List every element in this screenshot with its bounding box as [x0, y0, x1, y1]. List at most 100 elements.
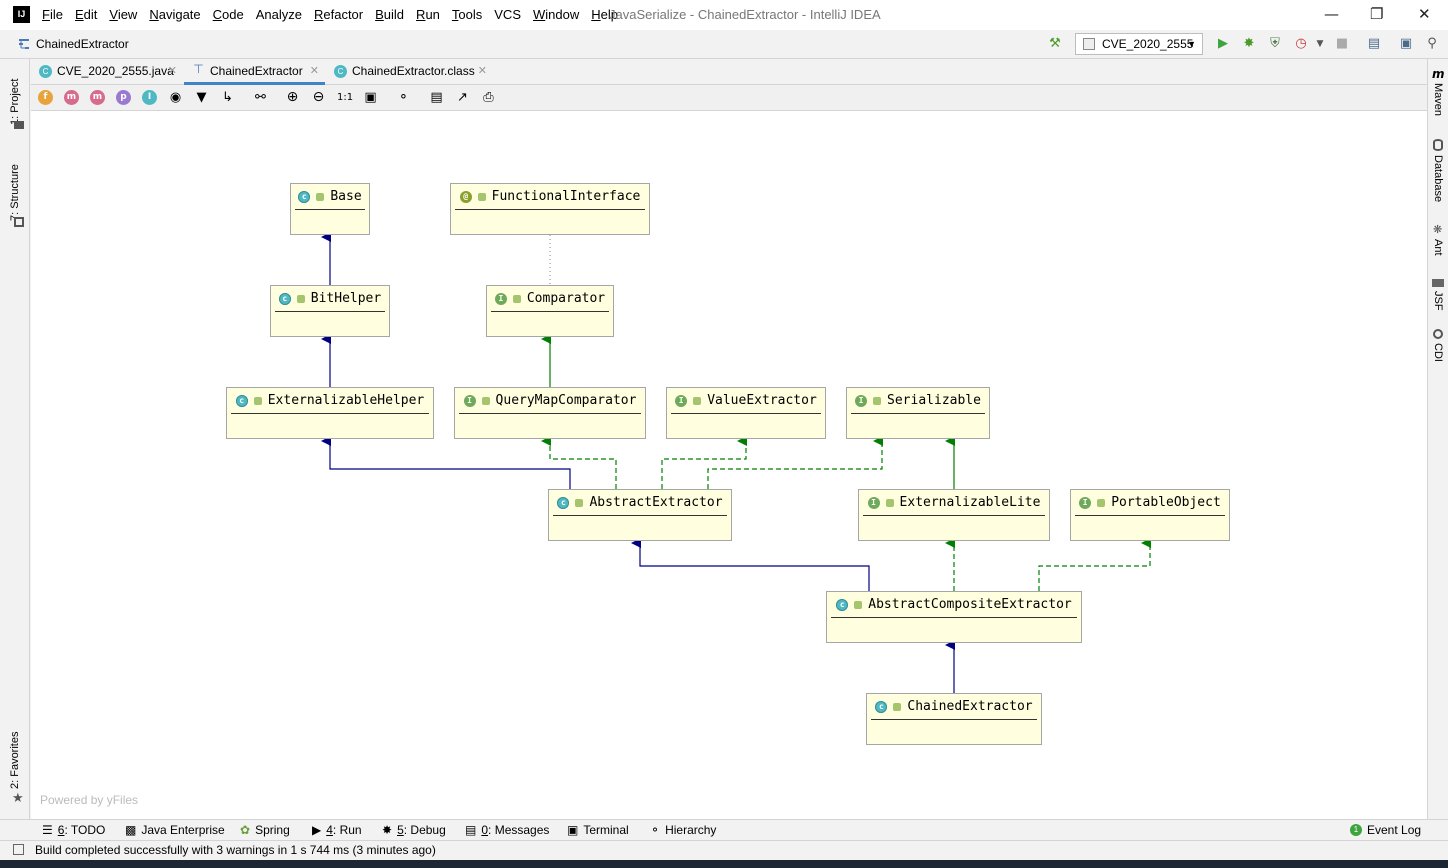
- terminal-tool-button[interactable]: ▣ Terminal: [567, 823, 629, 837]
- actual-size-button[interactable]: 1:1: [337, 90, 353, 105]
- tab-cve-2020-2555-java[interactable]: C CVE_2020_2555.java ✕: [31, 59, 183, 85]
- node-label: Base: [330, 189, 362, 204]
- database-tool-button[interactable]: Database: [1432, 155, 1444, 202]
- messages-tool-button[interactable]: ▤ 0: Messages: [465, 823, 549, 837]
- menu-tools[interactable]: Tools: [452, 7, 482, 22]
- jsf-tool-button[interactable]: JSF: [1432, 291, 1444, 311]
- lock-icon: [1097, 498, 1106, 507]
- save-icon[interactable]: ▤: [429, 90, 444, 105]
- node-label: Comparator: [526, 291, 606, 306]
- close-tab-icon[interactable]: ✕: [478, 59, 487, 83]
- project-tool-button[interactable]: 1: Project: [9, 67, 21, 125]
- coverage-icon[interactable]: ⛨: [1267, 36, 1283, 52]
- export-icon[interactable]: ↗: [455, 90, 470, 105]
- menu-build[interactable]: Build: [375, 7, 404, 22]
- constructors-filter-icon[interactable]: m: [64, 90, 79, 105]
- class-node-bithelper[interactable]: c BitHelper: [270, 285, 390, 337]
- fields-filter-icon[interactable]: f: [38, 90, 53, 105]
- menu-refactor[interactable]: Refactor: [314, 7, 363, 22]
- spring-tool-button[interactable]: ✿ Spring: [240, 823, 290, 837]
- menu-edit[interactable]: Edit: [75, 7, 97, 22]
- lock-icon: [316, 192, 325, 201]
- run-configuration-select[interactable]: CVE_2020_2555 ▼: [1075, 33, 1203, 55]
- close-tab-icon[interactable]: ✕: [168, 59, 177, 83]
- close-tab-icon[interactable]: ✕: [310, 59, 319, 83]
- tool-windows-icon[interactable]: [13, 844, 24, 855]
- layout-icon[interactable]: ⚬: [396, 90, 411, 105]
- class-node-externalizablehelper[interactable]: c ExternalizableHelper: [226, 387, 434, 439]
- annotation-node-functionalinterface[interactable]: @ FunctionalInterface: [450, 183, 650, 235]
- menu-analyze[interactable]: Analyze: [256, 7, 302, 22]
- menu-navigate[interactable]: Navigate: [149, 7, 200, 22]
- build-hammer-icon[interactable]: ⚒: [1047, 36, 1063, 52]
- breadcrumb[interactable]: ChainedExtractor: [18, 37, 129, 51]
- class-node-abstractextractor[interactable]: c AbstractExtractor: [548, 489, 732, 541]
- edge-routing-icon[interactable]: ↳: [220, 90, 235, 105]
- link-icon[interactable]: ⚯: [253, 90, 268, 105]
- visibility-eye-icon[interactable]: ◉: [168, 90, 183, 105]
- filter-funnel-icon[interactable]: ▼: [194, 90, 209, 105]
- powered-by-label: Powered by yFiles: [40, 793, 139, 807]
- class-node-abstractcompositeextractor[interactable]: c AbstractCompositeExtractor: [826, 591, 1082, 643]
- interface-node-externalizablelite[interactable]: I ExternalizableLite: [858, 489, 1050, 541]
- fit-content-icon[interactable]: ▣: [363, 90, 378, 105]
- favorites-tool-button[interactable]: 2: Favorites: [9, 731, 21, 789]
- tab-chainedextractor-class[interactable]: C ChainedExtractor.class ✕: [326, 59, 493, 85]
- menu-run[interactable]: Run: [416, 7, 440, 22]
- lock-icon: [477, 192, 486, 201]
- chevron-down-icon[interactable]: ▼: [1312, 36, 1328, 52]
- abstract-class-icon: c: [836, 598, 849, 611]
- node-label: ValueExtractor: [707, 393, 817, 408]
- menu-vcs[interactable]: VCS: [494, 7, 521, 22]
- uml-diagram-canvas[interactable]: c Base @ FunctionalInterface c BitHelper I C…: [31, 111, 1427, 819]
- properties-filter-icon[interactable]: p: [116, 90, 131, 105]
- tab-chainedextractor-diagram[interactable]: ⊤ ChainedExtractor ✕: [184, 59, 325, 85]
- structure-tool-button[interactable]: 7: Structure: [9, 153, 21, 221]
- methods-filter-icon[interactable]: m: [90, 90, 105, 105]
- zoom-in-icon[interactable]: ⊕: [285, 90, 300, 105]
- menu-window[interactable]: Window: [533, 7, 579, 22]
- edge-abstractextractor-implements-valueextractor: [661, 436, 747, 489]
- close-icon[interactable]: ✕: [1418, 5, 1431, 23]
- hierarchy-tool-button[interactable]: ⚬ Hierarchy: [650, 823, 716, 837]
- run-tool-button[interactable]: ▶ 4: Run: [312, 823, 362, 837]
- stop-icon[interactable]: ■: [1334, 36, 1350, 52]
- maven-tool-button[interactable]: Maven: [1432, 83, 1444, 116]
- lock-icon: [253, 396, 262, 405]
- debug-bug-icon: ✸: [382, 823, 393, 837]
- main-menu: File Edit View Navigate Code Analyze Ref…: [42, 7, 618, 22]
- print-icon[interactable]: ⎙: [481, 90, 496, 105]
- interface-node-comparator[interactable]: I Comparator: [486, 285, 614, 337]
- search-icon[interactable]: ⚲: [1424, 36, 1440, 52]
- run-icon[interactable]: ▶: [1215, 36, 1231, 52]
- interface-icon: I: [463, 394, 476, 407]
- restore-icon[interactable]: ❐: [1370, 5, 1383, 23]
- java-enterprise-tool-button[interactable]: ▩ Java Enterprise: [125, 823, 225, 837]
- zoom-out-icon[interactable]: ⊖: [311, 90, 326, 105]
- minimize-icon[interactable]: —: [1324, 5, 1339, 23]
- run-config-icon: [1083, 38, 1095, 50]
- terminal-icon[interactable]: ▣: [1398, 36, 1414, 52]
- class-node-chainedextractor[interactable]: c ChainedExtractor: [866, 693, 1042, 745]
- abstract-class-icon: c: [557, 496, 570, 509]
- debug-icon[interactable]: ✸: [1241, 36, 1257, 52]
- cdi-tool-button[interactable]: CDI: [1432, 343, 1444, 362]
- inner-classes-filter-icon[interactable]: I: [142, 90, 157, 105]
- debug-tool-button[interactable]: ✸ 5: Debug: [382, 823, 446, 837]
- menu-file[interactable]: File: [42, 7, 63, 22]
- project-structure-icon[interactable]: ▤: [1366, 36, 1382, 52]
- ant-tool-button[interactable]: Ant: [1432, 239, 1444, 256]
- interface-node-portableobject[interactable]: I PortableObject: [1070, 489, 1230, 541]
- interface-node-querymapcomparator[interactable]: I QueryMapComparator: [454, 387, 646, 439]
- jsf-icon: [1432, 279, 1444, 287]
- menu-code[interactable]: Code: [213, 7, 244, 22]
- event-log-tool-button[interactable]: 1 Event Log: [1350, 823, 1421, 837]
- interface-node-serializable[interactable]: I Serializable: [846, 387, 990, 439]
- todo-tool-button[interactable]: ☰ 6: TODO: [42, 823, 105, 837]
- interface-node-valueextractor[interactable]: I ValueExtractor: [666, 387, 826, 439]
- profile-icon[interactable]: ◷: [1293, 36, 1309, 52]
- node-label: QueryMapComparator: [495, 393, 637, 408]
- menu-view[interactable]: View: [109, 7, 137, 22]
- class-node-base[interactable]: c Base: [290, 183, 370, 235]
- class-icon: c: [875, 700, 888, 713]
